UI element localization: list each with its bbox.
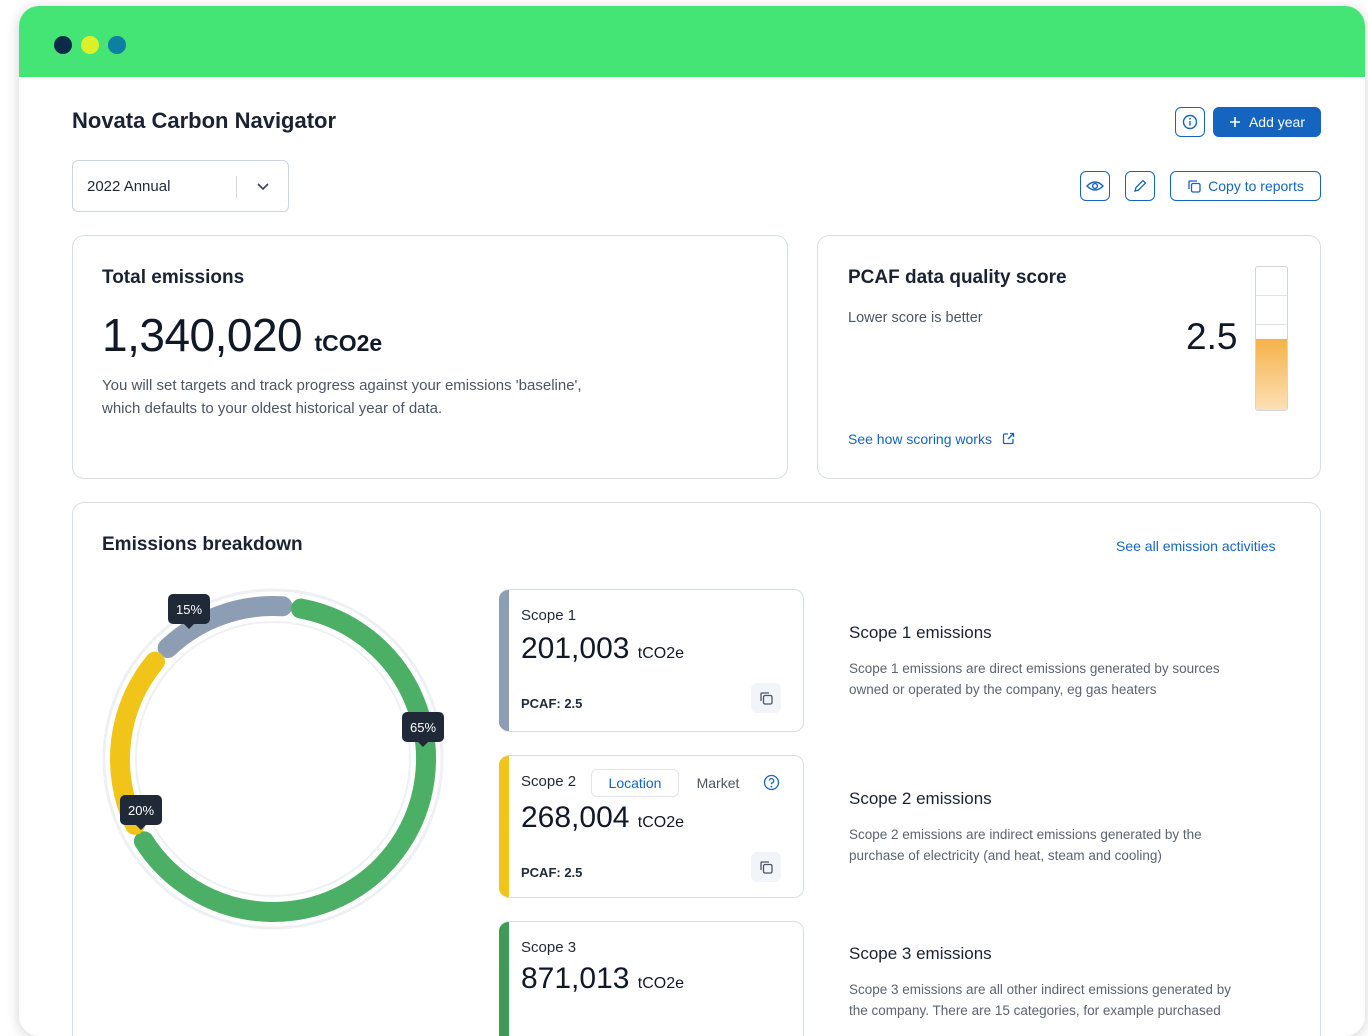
- scope-1-card: Scope 1 201,003 tCO2e PCAF: 2.5: [499, 589, 804, 732]
- total-emissions-title: Total emissions: [102, 267, 245, 288]
- description-line: You will set targets and track progress …: [102, 377, 582, 394]
- emissions-donut-chart: [102, 588, 444, 930]
- donut-label-scope-3: 65%: [402, 712, 445, 747]
- period-select-value: 2022 Annual: [87, 178, 171, 195]
- plus-icon: [1229, 117, 1240, 127]
- eye-icon: [1086, 181, 1104, 191]
- scope-3-card: Scope 3 871,013 tCO2e: [499, 921, 804, 1036]
- description-line: Scope 1 emissions are direct emissions g…: [849, 661, 1220, 676]
- scope-2-color-bar: [499, 756, 509, 897]
- scope-2-copy-button[interactable]: [751, 852, 781, 882]
- scope-2-value: 268,004 tCO2e: [521, 801, 684, 835]
- toggle-market[interactable]: Market: [683, 769, 753, 797]
- info-icon: [1182, 114, 1198, 130]
- period-select[interactable]: 2022 Annual: [72, 160, 289, 212]
- description-line: Scope 2 emissions are indirect emissions…: [849, 827, 1202, 842]
- scope-3-color-bar: [499, 922, 509, 1036]
- total-emissions-card: Total emissions 1,340,020 tCO2e You will…: [72, 235, 788, 479]
- select-divider: [236, 176, 237, 198]
- total-emissions-description: You will set targets and track progress …: [102, 374, 582, 420]
- scope-2-description-title: Scope 2 emissions: [849, 789, 992, 808]
- pcaf-score: 2.5: [1186, 316, 1238, 357]
- scope-1-description-title: Scope 1 emissions: [849, 623, 992, 642]
- donut-label-scope-2: 20%: [120, 795, 163, 830]
- see-all-emission-activities-link[interactable]: See all emission activities: [1116, 538, 1276, 554]
- window-dot-teal[interactable]: [108, 36, 126, 54]
- scope-3-label: Scope 3: [521, 939, 577, 956]
- scope-2-description: Scope 2 emissions are indirect emissions…: [849, 824, 1289, 866]
- total-emissions-number: 1,340,020: [102, 309, 303, 361]
- scope-3-number: 871,013: [521, 962, 630, 995]
- edit-button[interactable]: [1125, 171, 1155, 201]
- scope-1-label: Scope 1: [521, 607, 577, 624]
- donut-outer-ring: [102, 588, 444, 930]
- pcaf-subtitle: Lower score is better: [848, 310, 983, 326]
- scope-1-value: 201,003 tCO2e: [521, 632, 684, 666]
- pcaf-score-gauge: [1255, 266, 1288, 411]
- scope-2-number: 268,004: [521, 801, 630, 834]
- scope-1-unit: tCO2e: [637, 645, 685, 662]
- see-how-scoring-works-link[interactable]: See how scoring works: [848, 431, 1015, 447]
- gauge-segment: [1256, 267, 1287, 296]
- copy-icon: [759, 860, 773, 874]
- toggle-location[interactable]: Location: [591, 769, 679, 797]
- scoring-link-label: See how scoring works: [848, 431, 992, 447]
- donut-inner-ring: [135, 621, 411, 897]
- emissions-breakdown-card: Emissions breakdown See all emission act…: [72, 502, 1321, 1036]
- description-line: owned or operated by the company, eg gas…: [849, 682, 1157, 697]
- description-line: the company. There are 15 categories, fo…: [849, 1003, 1221, 1018]
- add-year-button[interactable]: Add year: [1213, 107, 1321, 137]
- pcaf-card: PCAF data quality score Lower score is b…: [817, 235, 1321, 479]
- scope-2-method-toggle: Location Market: [591, 769, 791, 797]
- scope-2-unit: tCO2e: [637, 814, 685, 831]
- window-dot-yellow[interactable]: [81, 36, 99, 54]
- page-title: Novata Carbon Navigator: [72, 108, 337, 133]
- copy-to-reports-button[interactable]: Copy to reports: [1170, 171, 1321, 201]
- scope-1-copy-button[interactable]: [751, 683, 781, 713]
- scope-2-label: Scope 2: [521, 773, 577, 790]
- scope-3-unit: tCO2e: [637, 975, 685, 992]
- donut-label-scope-1: 15%: [168, 594, 211, 629]
- scope-1-color-bar: [499, 590, 509, 731]
- scope-3-description-title: Scope 3 emissions: [849, 944, 992, 963]
- description-line: purchase of electricity (and heat, steam…: [849, 848, 1162, 863]
- copy-to-reports-label: Copy to reports: [1208, 178, 1304, 194]
- pencil-icon: [1134, 179, 1147, 192]
- info-button[interactable]: [1175, 107, 1205, 137]
- scope-1-description: Scope 1 emissions are direct emissions g…: [849, 658, 1289, 700]
- view-button[interactable]: [1080, 171, 1110, 201]
- copy-icon: [1188, 179, 1201, 193]
- breakdown-title: Emissions breakdown: [102, 534, 303, 555]
- external-link-icon: [1002, 432, 1014, 445]
- gauge-segment: [1256, 296, 1287, 325]
- pcaf-title: PCAF data quality score: [848, 267, 1067, 288]
- scope-2-card: Scope 2 Location Market 268,004 tCO2e PC…: [499, 755, 804, 898]
- scope-3-value: 871,013 tCO2e: [521, 962, 684, 996]
- total-emissions-value: 1,340,020 tCO2e: [102, 308, 382, 362]
- app-window: Novata Carbon Navigator Add year 2022 An…: [19, 6, 1365, 1036]
- scope-1-number: 201,003: [521, 632, 630, 665]
- description-line: which defaults to your oldest historical…: [102, 400, 443, 417]
- add-year-label: Add year: [1248, 114, 1306, 130]
- window-dot-navy[interactable]: [54, 36, 72, 54]
- help-icon[interactable]: [763, 774, 780, 791]
- scope-1-pcaf: PCAF: 2.5: [521, 696, 583, 711]
- description-line: Scope 3 emissions are all other indirect…: [849, 982, 1231, 997]
- gauge-fill: [1256, 338, 1287, 410]
- scope-2-pcaf: PCAF: 2.5: [521, 865, 583, 880]
- chevron-down-icon: [257, 183, 269, 191]
- total-emissions-unit: tCO2e: [314, 330, 383, 356]
- window-titlebar: [19, 6, 1365, 77]
- copy-icon: [759, 691, 773, 705]
